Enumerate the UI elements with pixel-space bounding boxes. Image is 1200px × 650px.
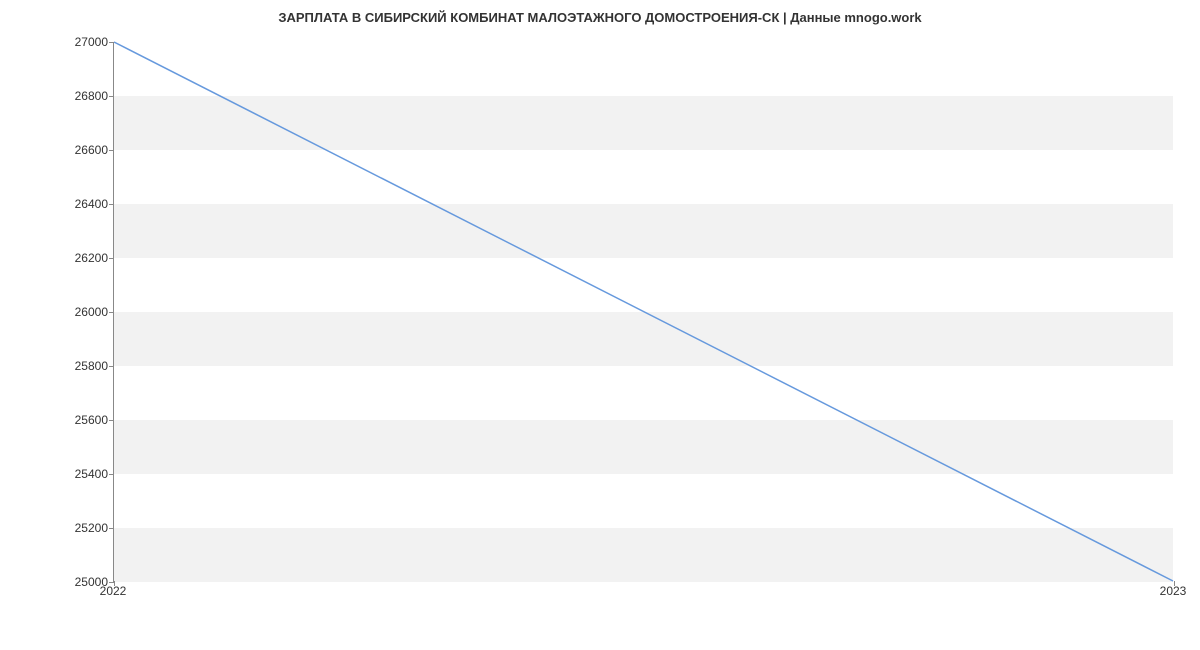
y-tickmark [109, 366, 114, 367]
data-line [114, 42, 1173, 581]
y-tickmark [109, 204, 114, 205]
y-tick-label: 26200 [28, 251, 108, 265]
y-tick-label: 25200 [28, 521, 108, 535]
x-tick-label: 2022 [100, 584, 127, 598]
y-tick-label: 26800 [28, 89, 108, 103]
y-tickmark [109, 420, 114, 421]
y-tickmark [109, 258, 114, 259]
y-tickmark [109, 150, 114, 151]
y-tickmark [109, 312, 114, 313]
y-tick-label: 25000 [28, 575, 108, 589]
y-tick-label: 27000 [28, 35, 108, 49]
y-tick-label: 25400 [28, 467, 108, 481]
y-tickmark [109, 42, 114, 43]
y-tickmark [109, 96, 114, 97]
y-tick-label: 25600 [28, 413, 108, 427]
chart-title: ЗАРПЛАТА В СИБИРСКИЙ КОМБИНАТ МАЛОЭТАЖНО… [0, 0, 1200, 33]
y-tickmark [109, 474, 114, 475]
x-tick-label: 2023 [1160, 584, 1187, 598]
plot-area [113, 42, 1173, 582]
y-tick-label: 26000 [28, 305, 108, 319]
chart-container: 25000 25200 25400 25600 25800 26000 26200 26400… [0, 32, 1200, 612]
y-tick-label: 25800 [28, 359, 108, 373]
y-tick-label: 26600 [28, 143, 108, 157]
y-tickmark [109, 528, 114, 529]
y-tick-label: 26400 [28, 197, 108, 211]
